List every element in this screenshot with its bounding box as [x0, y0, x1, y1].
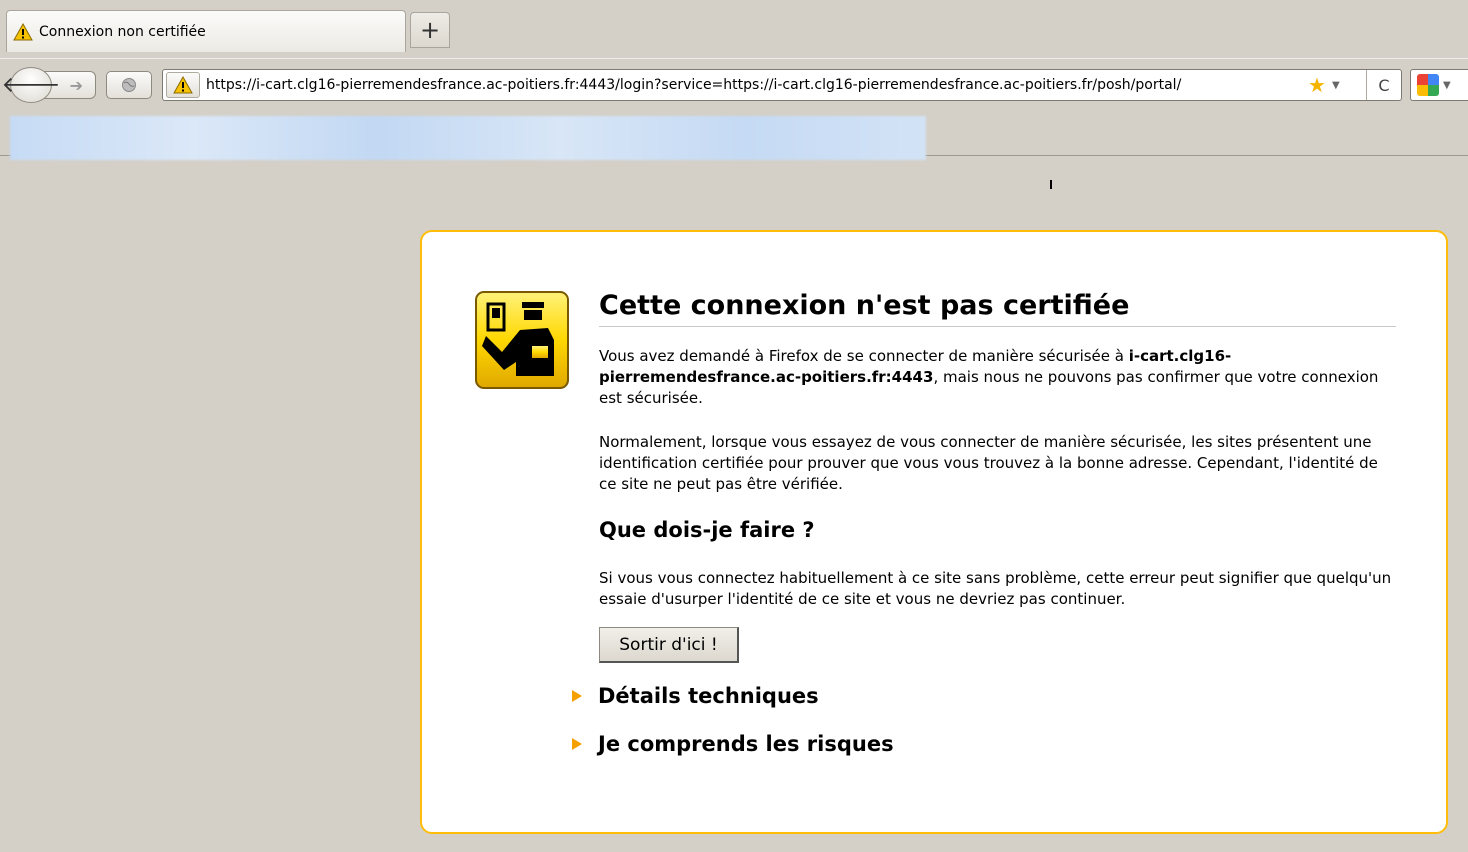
new-tab-button[interactable]: + [410, 12, 450, 48]
tab-connexion-non-certifiee[interactable]: Connexion non certifiée [6, 10, 406, 52]
police-officer-icon [475, 291, 569, 389]
get-me-out-button[interactable]: Sortir d'ici ! [599, 627, 739, 663]
technical-details-label: Détails techniques [598, 684, 819, 708]
understand-risks-label: Je comprends les risques [598, 732, 894, 756]
error-title: Cette connexion n'est pas certifiée [599, 290, 1396, 327]
back-button[interactable]: 🡐 [2, 67, 61, 103]
warning-icon [173, 76, 193, 94]
forward-arrow-icon: ➔ [69, 75, 83, 95]
error-page-container: Cette connexion n'est pas certifiée Vous… [420, 230, 1448, 834]
error-intro: Vous avez demandé à Firefox de se connec… [599, 346, 1399, 409]
back-forward-group: ➔ 🡐 [2, 67, 96, 103]
technical-details-expander[interactable]: Détails techniques [572, 684, 819, 708]
error-explanation: Normalement, lorsque vous essayez de vou… [599, 433, 1378, 493]
url-bar[interactable]: https://i-cart.clg16-pierremendesfrance.… [162, 69, 1402, 101]
expand-arrow-icon [572, 738, 582, 750]
back-arrow-icon: 🡐 [1, 73, 61, 98]
intro-text-before: Vous avez demandé à Firefox de se connec… [599, 347, 1129, 365]
cursor-mark [1050, 180, 1052, 189]
what-to-do-text: Si vous vous connectez habituellement à … [599, 569, 1392, 608]
bookmarks-toolbar [0, 110, 1468, 160]
navigation-toolbar: ➔ 🡐 https://i-cart.clg16-pierremendesfra… [0, 58, 1468, 111]
reload-icon: C [1378, 75, 1390, 95]
expand-arrow-icon [572, 690, 582, 702]
warning-icon [13, 22, 33, 40]
chevron-down-icon: ▼ [1443, 79, 1451, 91]
reload-button[interactable]: C [1366, 70, 1401, 100]
url-text[interactable]: https://i-cart.clg16-pierremendesfrance.… [206, 77, 1306, 93]
history-dropdown-icon[interactable]: ▼ [1332, 80, 1340, 91]
what-to-do-title: Que dois-je faire ? [599, 518, 815, 542]
site-identity-button[interactable] [106, 71, 152, 99]
understand-risks-expander[interactable]: Je comprends les risques [572, 732, 894, 756]
google-icon [1417, 74, 1439, 96]
search-engine-button[interactable]: ▼ [1410, 69, 1468, 101]
globe-icon [122, 78, 136, 92]
redacted-area [10, 116, 926, 160]
bookmark-star-icon[interactable]: ★ [1308, 73, 1326, 97]
url-warning-button[interactable] [166, 72, 200, 98]
tab-strip: Connexion non certifiée + [0, 0, 1468, 58]
tab-title: Connexion non certifiée [39, 23, 206, 40]
